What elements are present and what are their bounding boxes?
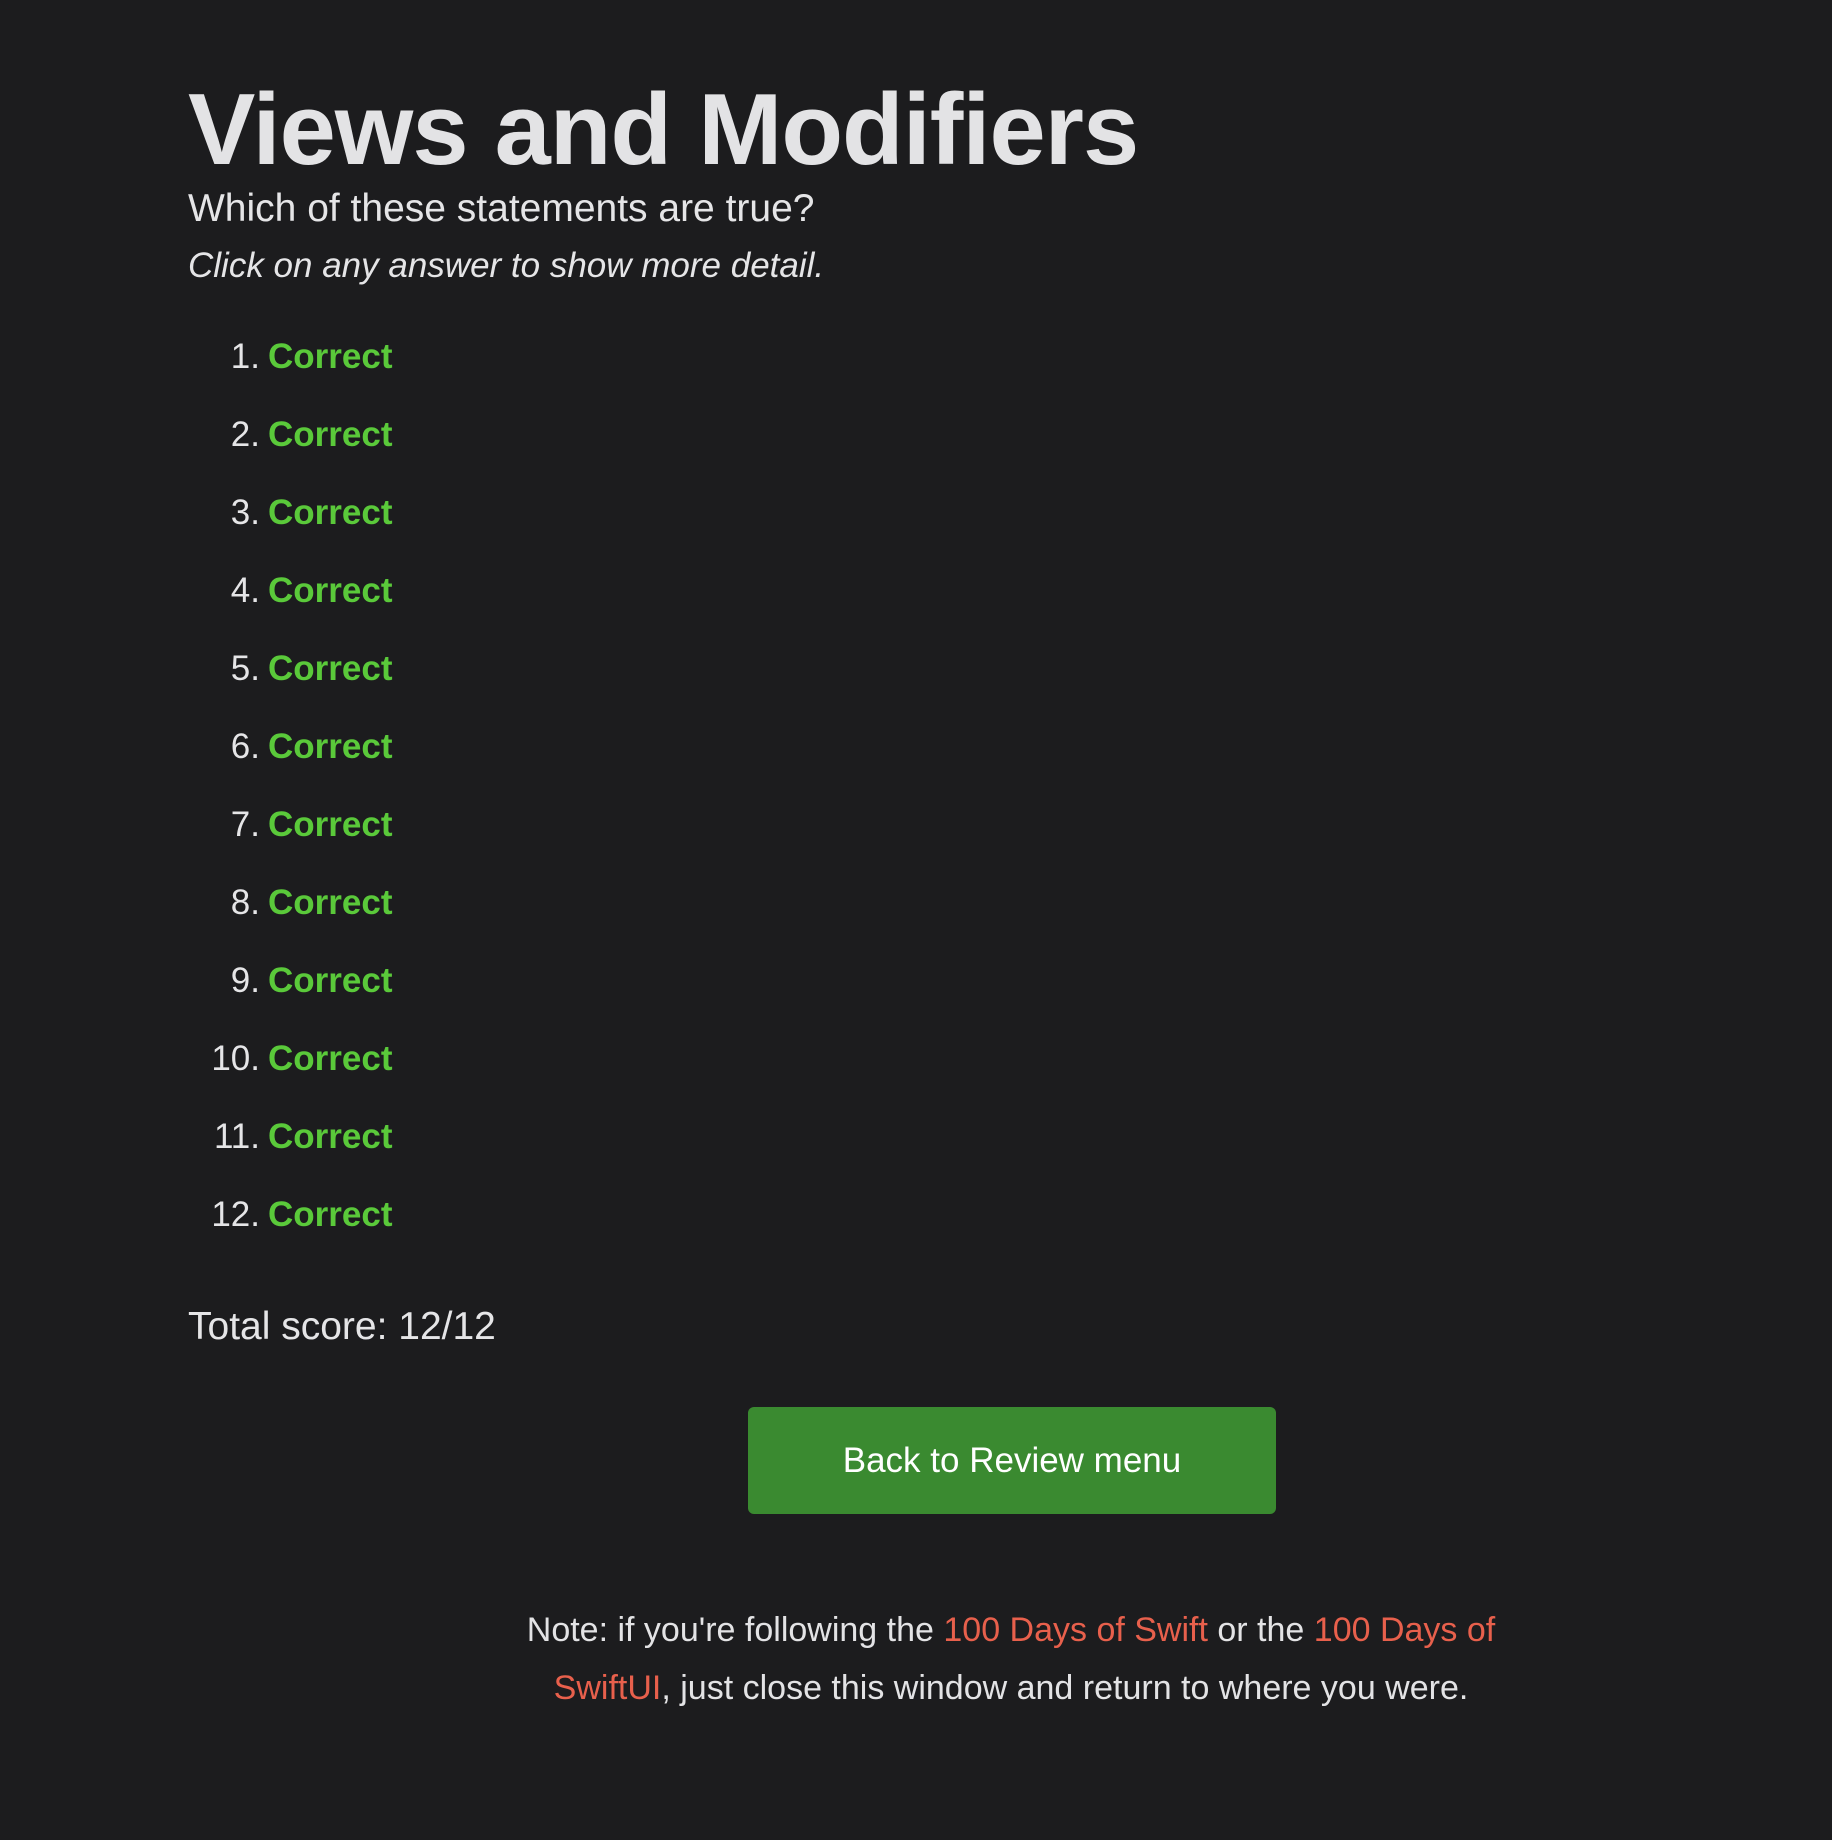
answer-number: 12. <box>211 1195 260 1234</box>
answer-number: 11. <box>213 1117 260 1156</box>
note-middle: or the <box>1207 1611 1314 1649</box>
answer-item: 10. Correct <box>188 1020 392 1098</box>
answer-item: 5. Correct <box>188 630 393 708</box>
answer-number: 9. <box>230 961 260 1000</box>
answer-verdict[interactable]: Correct <box>268 493 392 532</box>
footer-note: Note: if you're following the 100 Days o… <box>505 1601 1517 1717</box>
answer-verdict[interactable]: Correct <box>268 961 392 1000</box>
answer-verdict[interactable]: Correct <box>268 1117 392 1156</box>
answer-item: 4. Correct <box>188 552 393 630</box>
note-suffix: , just close this window and return to w… <box>661 1669 1469 1707</box>
instruction-hint: Click on any answer to show more detail. <box>188 246 825 285</box>
answer-number: 4. <box>230 571 260 610</box>
100-days-of-swift-link[interactable]: 100 Days of Swift <box>943 1611 1208 1649</box>
quiz-results-page: Views and Modifiers Which of these state… <box>0 0 1832 1840</box>
answer-verdict[interactable]: Correct <box>268 805 392 844</box>
note-prefix: Note: if you're following the <box>526 1611 944 1649</box>
answer-item: 6. Correct <box>188 708 393 786</box>
answer-verdict[interactable]: Correct <box>268 415 392 454</box>
answer-number: 3. <box>230 493 260 532</box>
answer-item: 2. Correct <box>188 396 393 474</box>
answer-item: 7. Correct <box>188 786 393 864</box>
answer-number: 10. <box>211 1039 260 1078</box>
answer-verdict[interactable]: Correct <box>268 1195 392 1234</box>
answer-item: 9. Correct <box>188 942 393 1020</box>
answer-number: 2. <box>230 415 260 454</box>
answer-verdict[interactable]: Correct <box>268 649 392 688</box>
answer-item: 8. Correct <box>188 864 393 942</box>
answer-number: 7. <box>230 805 260 844</box>
answer-number: 1. <box>230 337 260 376</box>
answer-number: 6. <box>230 727 260 766</box>
answer-verdict[interactable]: Correct <box>268 571 392 610</box>
answer-item: 12. Correct <box>188 1176 392 1254</box>
question-prompt: Which of these statements are true? <box>188 187 815 230</box>
answer-number: 8. <box>230 883 260 922</box>
answer-number: 5. <box>230 649 260 688</box>
page-title: Views and Modifiers <box>188 74 1139 186</box>
answer-item: 11. Correct <box>188 1098 393 1176</box>
back-to-review-menu-button[interactable]: Back to Review menu <box>748 1407 1276 1514</box>
answer-verdict[interactable]: Correct <box>268 883 392 922</box>
answer-item: 1. Correct <box>188 318 393 396</box>
total-score: Total score: 12/12 <box>188 1305 496 1348</box>
answer-verdict[interactable]: Correct <box>268 1039 392 1078</box>
answer-item: 3. Correct <box>188 474 393 552</box>
answer-verdict[interactable]: Correct <box>268 727 392 766</box>
answers-list: 1. Correct 2. Correct 3. Correct 4. Correct … <box>188 318 392 1254</box>
answer-verdict[interactable]: Correct <box>268 337 392 376</box>
